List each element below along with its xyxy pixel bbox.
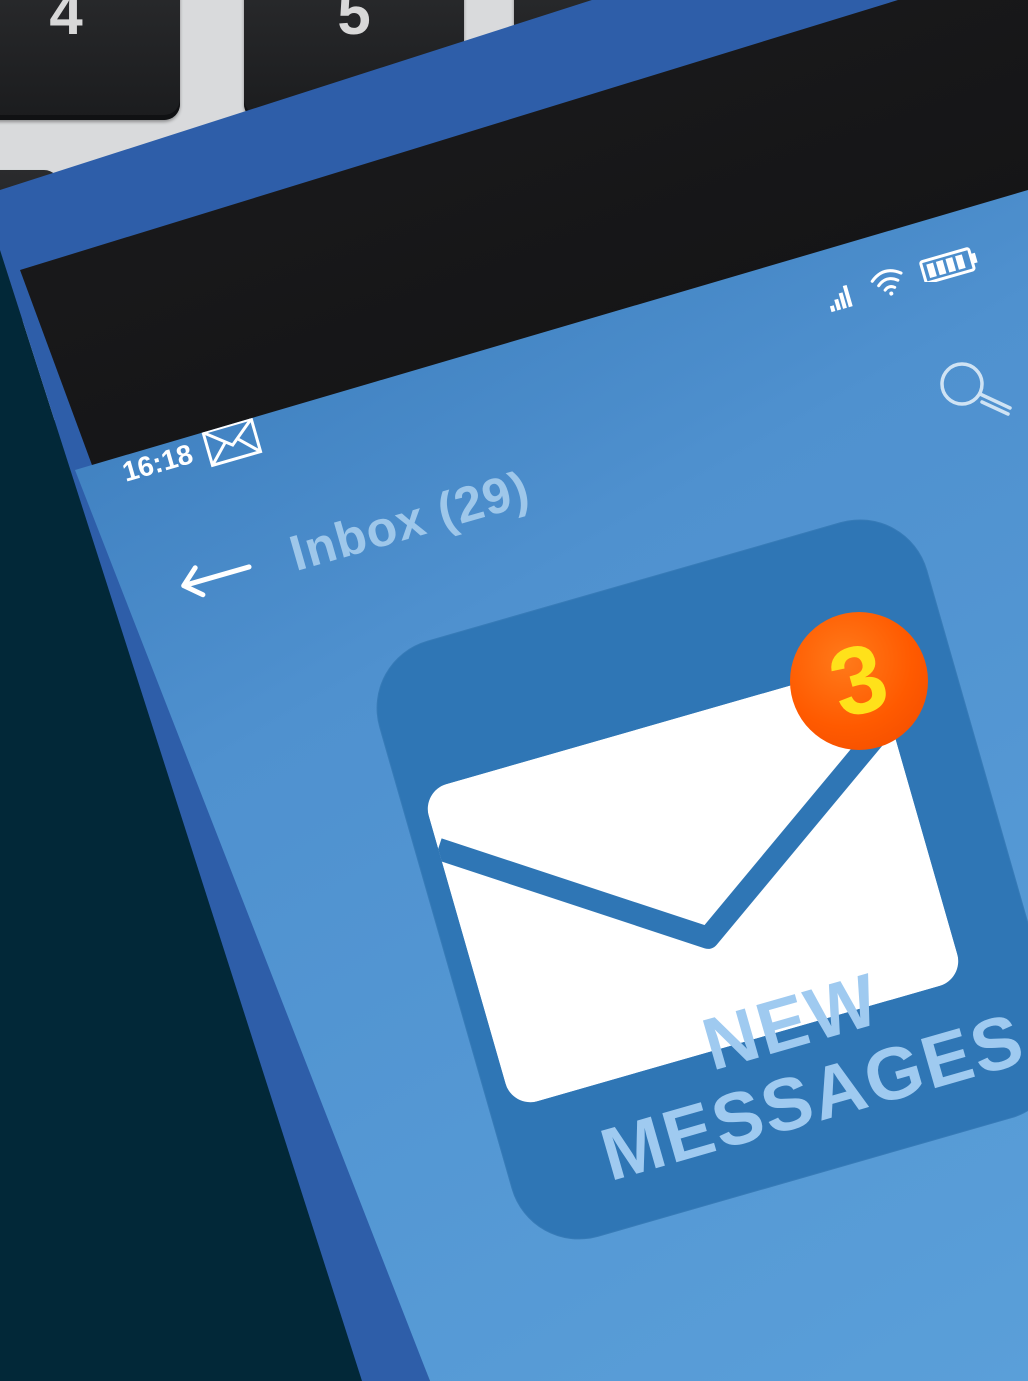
inbox-title: Inbox (29) [283, 460, 536, 582]
search-icon[interactable] [936, 358, 1018, 422]
scene: 4 5 6 [0, 0, 1028, 1381]
unread-count: 3 [818, 621, 900, 740]
arrow-left-icon[interactable] [170, 547, 258, 608]
inbox-header: Inbox (29) [168, 459, 536, 616]
phone: 16:18 Inbox (29) 3 NEW MESSAGES [0, 0, 1028, 1381]
unread-badge: 3 [790, 612, 928, 750]
signal-bars-icon [829, 284, 853, 313]
battery-icon [919, 247, 978, 282]
wifi-icon [870, 269, 903, 296]
